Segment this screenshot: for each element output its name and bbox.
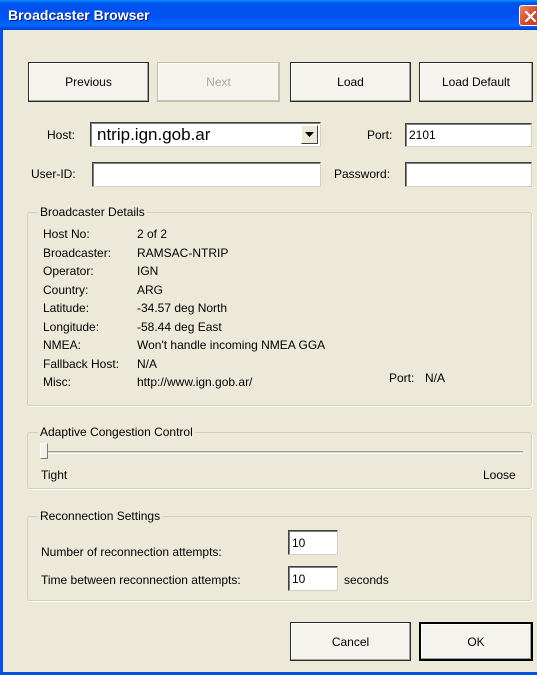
interval-input[interactable]	[288, 566, 338, 591]
detail-label-nmea: NMEA:	[43, 338, 82, 352]
detail-value-latitude: -34.57 deg North	[137, 301, 228, 315]
detail-value-host-no: 2 of 2	[137, 227, 168, 241]
close-icon	[524, 10, 537, 23]
attempts-input[interactable]	[288, 530, 338, 555]
load-button[interactable]: Load	[290, 62, 411, 102]
ok-button[interactable]: OK	[419, 622, 533, 661]
congestion-min-label: Tight	[41, 468, 68, 482]
detail-label-misc: Misc:	[43, 375, 71, 389]
detail-label-country: Country:	[43, 283, 89, 297]
reconnection-settings-legend: Reconnection Settings	[38, 509, 163, 523]
detail-label-operator: Operator:	[43, 264, 94, 278]
chevron-down-icon	[305, 131, 314, 137]
port-input[interactable]	[405, 123, 532, 147]
password-label: Password:	[334, 167, 391, 181]
port-label: Port:	[367, 128, 393, 142]
detail-value-longitude: -58.44 deg East	[137, 320, 222, 334]
congestion-control-group: Adaptive Congestion Control	[27, 425, 532, 489]
detail-value-fallback-host: N/A	[137, 357, 158, 371]
detail-label-latitude: Latitude:	[43, 301, 90, 315]
detail-label-host-no: Host No:	[43, 227, 90, 241]
detail-label-longitude: Longitude:	[43, 320, 100, 334]
userid-label: User-ID:	[31, 167, 76, 181]
detail-value-country: ARG	[137, 283, 164, 297]
userid-input[interactable]	[92, 162, 321, 187]
host-value: ntrip.ign.gob.ar	[97, 125, 211, 144]
detail-value-operator: IGN	[137, 264, 159, 278]
congestion-max-label: Loose	[483, 468, 516, 482]
detail-value-nmea: Won't handle incoming NMEA GGA	[137, 338, 326, 352]
broadcaster-details-legend: Broadcaster Details	[38, 205, 147, 219]
congestion-slider-track[interactable]	[45, 451, 523, 454]
previous-button[interactable]: Previous	[28, 62, 149, 102]
next-button[interactable]: Next	[157, 62, 280, 102]
detail-label-fallback-host: Fallback Host:	[43, 357, 120, 371]
host-label: Host:	[47, 128, 76, 142]
detail-label-broadcaster: Broadcaster:	[43, 246, 112, 260]
host-combobox[interactable]: ntrip.ign.gob.ar	[90, 122, 321, 147]
broadcaster-details-group: Broadcaster Details	[27, 205, 532, 406]
fallback-port-value: N/A	[425, 371, 446, 385]
cancel-button[interactable]: Cancel	[290, 622, 411, 661]
interval-unit-label: seconds	[344, 573, 389, 587]
host-dropdown-button[interactable]	[301, 125, 318, 144]
title-bar[interactable]: Broadcaster Browser	[0, 0, 537, 30]
close-button[interactable]	[519, 5, 537, 26]
load-default-button[interactable]: Load Default	[419, 62, 533, 102]
fallback-port-label: Port:	[389, 371, 415, 385]
window-title: Broadcaster Browser	[8, 7, 150, 23]
detail-value-broadcaster: RAMSAC-NTRIP	[137, 246, 229, 260]
congestion-slider-thumb[interactable]	[40, 443, 48, 459]
attempts-label: Number of reconnection attempts:	[41, 545, 222, 559]
congestion-control-legend: Adaptive Congestion Control	[38, 425, 195, 439]
detail-value-misc: http://www.ign.gob.ar/	[137, 375, 253, 389]
broadcaster-browser-window: Broadcaster Browser Previous Next Load L…	[0, 0, 537, 675]
interval-label: Time between reconnection attempts:	[41, 573, 241, 587]
password-input[interactable]	[405, 162, 532, 187]
